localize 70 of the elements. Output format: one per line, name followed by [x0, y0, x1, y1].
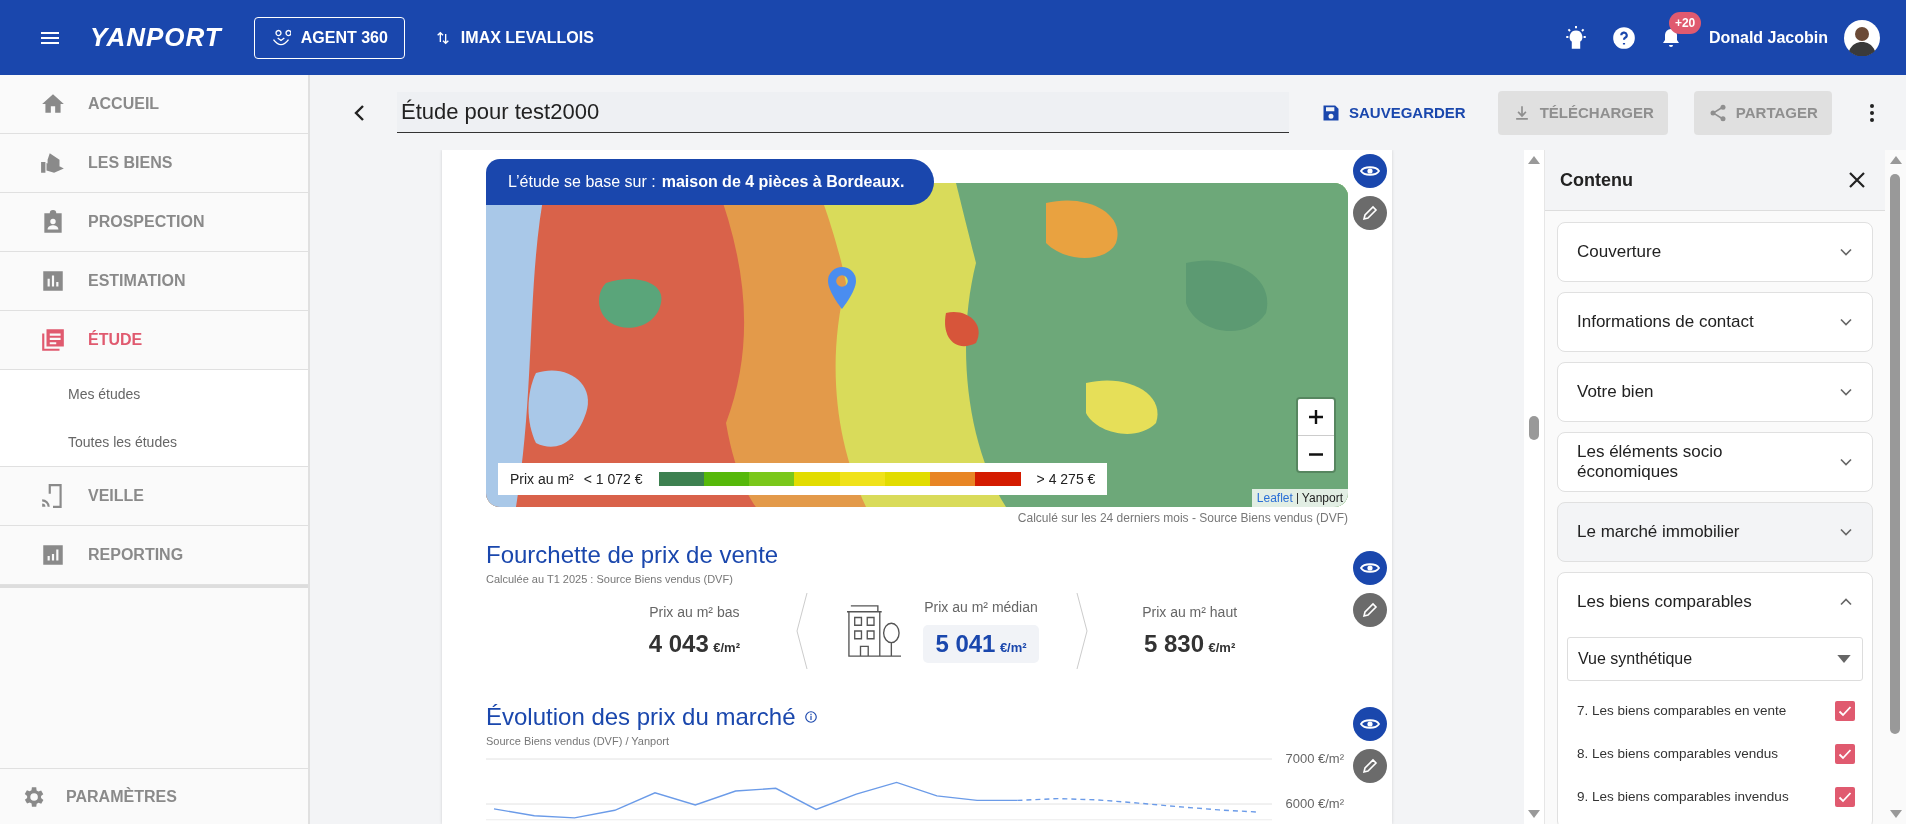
bar-chart-icon — [40, 268, 66, 294]
minus-icon — [1309, 452, 1323, 456]
price-value: 5 830 €/m² — [1144, 630, 1236, 658]
agency-button[interactable]: IMAX LEVALLOIS — [428, 27, 600, 48]
price-label: Prix au m² haut — [1142, 604, 1238, 620]
report-chart-icon — [40, 542, 66, 568]
axis-tick-label: 7000 €/m² — [1285, 751, 1344, 766]
price-label: Prix au m² médian — [924, 599, 1038, 615]
section-title: Fourchette de prix de vente — [486, 541, 780, 569]
price-label: Prix au m² bas — [649, 604, 740, 620]
checkbox[interactable] — [1835, 700, 1855, 721]
panel-title: Contenu — [1560, 169, 1633, 191]
sidebar-subitem[interactable]: Mes études — [0, 370, 308, 418]
accordion-header[interactable]: Informations de contact — [1558, 293, 1872, 351]
section-subtitle: Calculée au T1 2025 : Source Biens vendus (DVF) — [486, 573, 734, 585]
attribution-link[interactable]: Leaflet — [1256, 491, 1293, 505]
attribution-source: Yanport — [1301, 491, 1343, 505]
visibility-icon[interactable] — [1353, 551, 1387, 585]
option-label: 8. Les biens comparables vendus — [1577, 746, 1779, 761]
agent-icon — [270, 27, 291, 48]
legend-max: > 4 275 € — [1036, 471, 1096, 487]
scroll-up-icon[interactable] — [1528, 156, 1540, 164]
map-caption: Calculé sur les 24 derniers mois - Source Biens vendus (DVF) — [1016, 511, 1348, 525]
banner-subject: maison de 4 pièces à Bordeaux. — [661, 173, 905, 191]
info-icon[interactable] — [803, 710, 818, 724]
toolbar-button[interactable]: SAUVEGARDER — [1315, 90, 1472, 135]
title-field[interactable]: Étude pour test2000 — [397, 92, 1289, 133]
median-price: 5 041 €/m² — [923, 625, 1039, 663]
logo[interactable]: YANPORT — [90, 22, 222, 53]
scroll-up-icon[interactable] — [1889, 156, 1902, 164]
option-label: 9. Les biens comparables invendus — [1577, 789, 1789, 804]
price-value: 4 043 €/m² — [648, 630, 740, 658]
visibility-icon[interactable] — [1353, 707, 1387, 741]
view-select[interactable]: Vue synthétique — [1567, 637, 1863, 681]
notification-badge: +20 — [1668, 11, 1702, 34]
plus-icon — [1306, 407, 1326, 427]
accordion-header[interactable]: Les éléments socio économiques — [1558, 433, 1872, 491]
chevron-icon — [795, 591, 810, 671]
avatar[interactable] — [1844, 19, 1880, 56]
edit-icon[interactable] — [1353, 196, 1387, 230]
map-pin-icon — [828, 267, 856, 309]
chevron-icon — [1074, 591, 1089, 671]
accordion-header[interactable]: Couverture — [1558, 223, 1872, 281]
option-label: 7. Les biens comparables en vente — [1577, 703, 1787, 718]
accordion-header[interactable]: Votre bien — [1558, 363, 1872, 421]
accordion-header[interactable]: Le marché immobilier — [1558, 503, 1872, 561]
agent-button[interactable]: AGENT 360 — [253, 16, 405, 59]
zoom-in-button[interactable] — [1298, 399, 1334, 435]
sidebar-subitem[interactable]: Toutes les études — [0, 418, 308, 466]
documents-icon — [40, 327, 66, 353]
axis-tick-label: 6000 €/m² — [1285, 796, 1344, 811]
building-icon — [845, 604, 904, 658]
legend-min: < 1 072 € — [583, 471, 643, 487]
scrollbar-thumb[interactable] — [1529, 416, 1539, 440]
edit-icon[interactable] — [1353, 749, 1387, 783]
section-title: Évolution des prix du marché — [486, 703, 796, 731]
banner-label: L’étude se base sur : — [508, 173, 656, 191]
scroll-down-icon[interactable] — [1528, 810, 1540, 818]
user-name[interactable]: Donald Jacobin — [1708, 28, 1828, 47]
checkbox[interactable] — [1835, 743, 1855, 764]
checkbox[interactable] — [1835, 786, 1855, 807]
accordion-header[interactable]: Les biens comparables — [1558, 573, 1872, 631]
scrollbar-thumb[interactable] — [1890, 174, 1900, 734]
edit-icon[interactable] — [1353, 593, 1387, 627]
scroll-down-icon[interactable] — [1889, 810, 1902, 818]
legend-label: Prix au m² — [510, 471, 574, 487]
help-icon[interactable] — [1610, 24, 1637, 51]
visibility-icon[interactable] — [1353, 154, 1387, 188]
section-subtitle: Source Biens vendus (DVF) / Yanport — [486, 735, 670, 747]
zoom-out-button[interactable] — [1298, 435, 1334, 471]
